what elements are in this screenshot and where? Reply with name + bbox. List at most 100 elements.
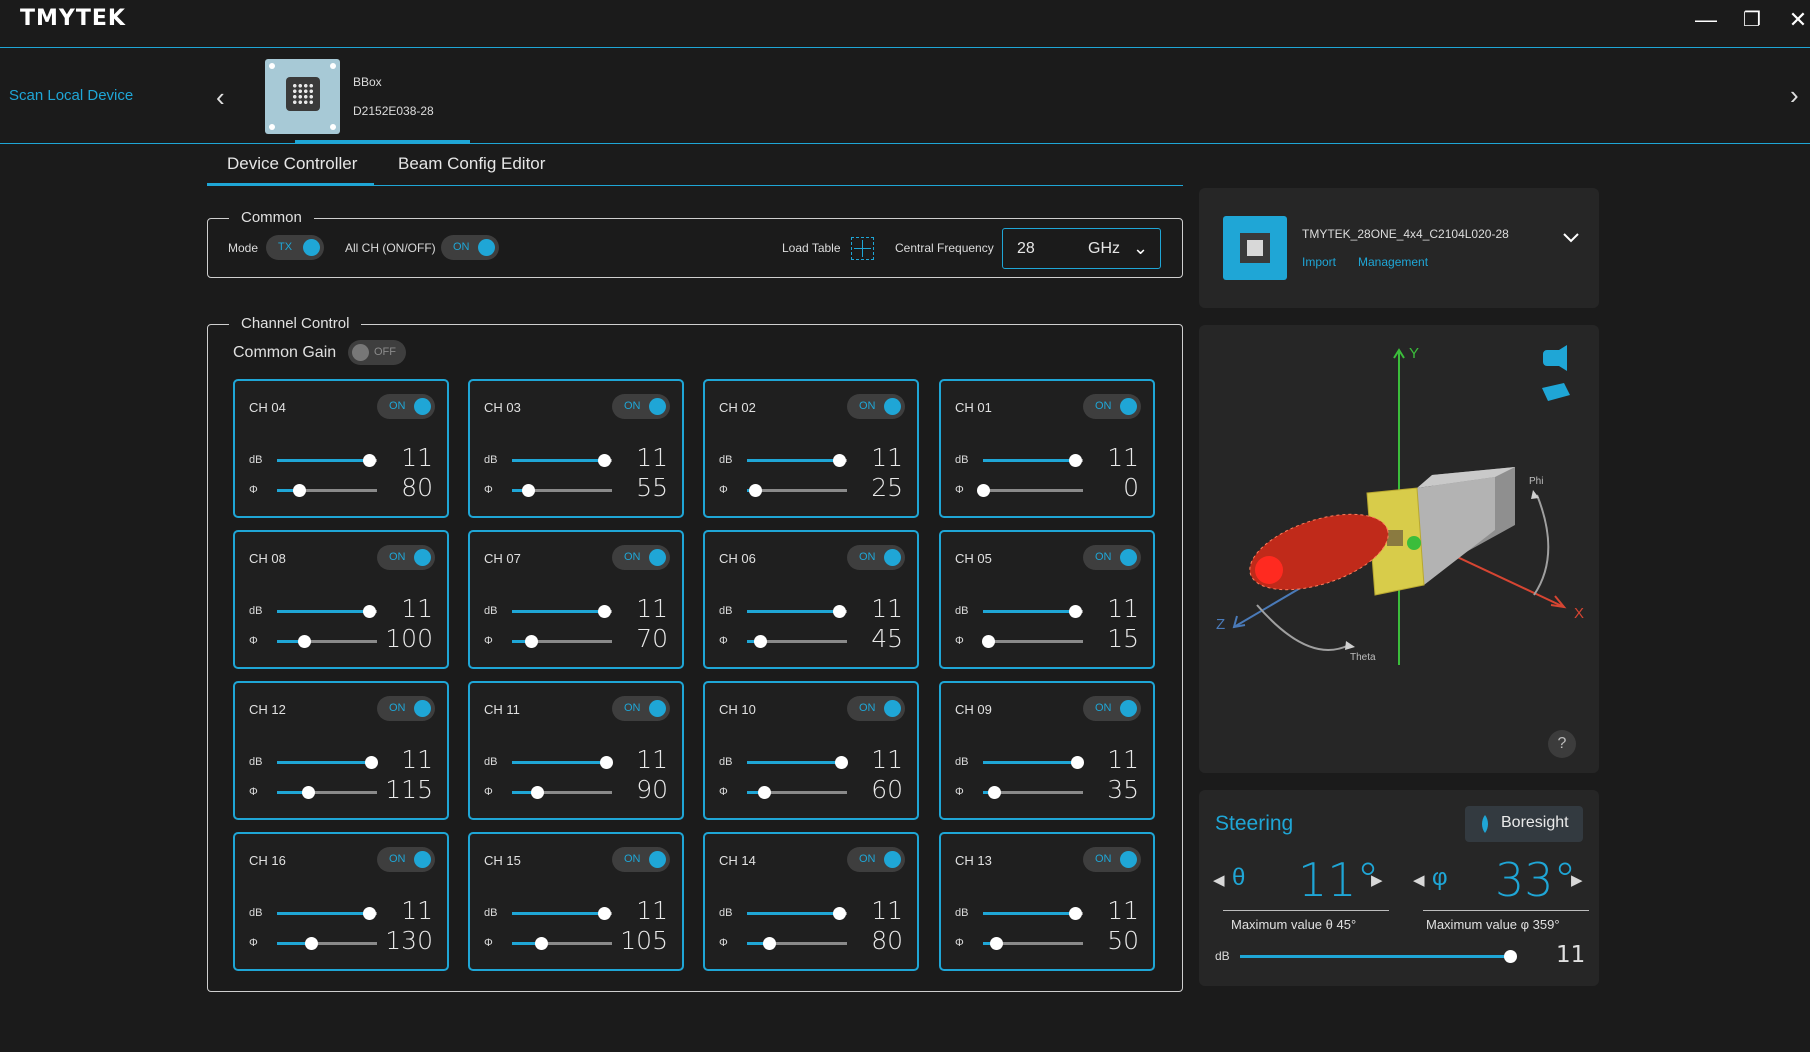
db-slider[interactable]: [277, 454, 377, 467]
channel-toggle[interactable]: ON: [612, 696, 670, 721]
phi-value[interactable]: 33°: [1495, 853, 1577, 907]
db-slider[interactable]: [277, 907, 377, 920]
channel-toggle[interactable]: ON: [1083, 545, 1141, 570]
phase-slider-thumb[interactable]: [302, 786, 315, 799]
channel-toggle[interactable]: ON: [1083, 394, 1141, 419]
db-slider[interactable]: [512, 756, 613, 769]
steering-db-slider[interactable]: [1240, 950, 1518, 963]
db-slider[interactable]: [983, 454, 1083, 467]
boresight-button[interactable]: Boresight: [1465, 806, 1583, 842]
db-slider[interactable]: [512, 454, 612, 467]
db-slider-thumb[interactable]: [1071, 756, 1084, 769]
channel-toggle[interactable]: ON: [847, 847, 905, 872]
bbox-device-icon[interactable]: [265, 59, 340, 134]
phase-slider[interactable]: [977, 484, 1083, 497]
scan-local-device-link[interactable]: Scan Local Device: [9, 87, 133, 104]
phase-slider[interactable]: [747, 635, 847, 648]
theta-increase-arrow-icon[interactable]: ▶: [1371, 871, 1383, 889]
phase-slider[interactable]: [277, 635, 377, 648]
db-slider-thumb[interactable]: [1069, 605, 1082, 618]
theta-value[interactable]: 11°: [1298, 853, 1380, 907]
phase-slider[interactable]: [983, 937, 1083, 950]
db-slider-thumb[interactable]: [833, 907, 846, 920]
phase-slider[interactable]: [277, 484, 377, 497]
phase-slider[interactable]: [512, 786, 612, 799]
close-button[interactable]: ✕: [1784, 6, 1810, 34]
import-link[interactable]: Import: [1302, 255, 1336, 269]
phase-slider-thumb[interactable]: [977, 484, 990, 497]
phase-slider[interactable]: [747, 786, 847, 799]
channel-toggle[interactable]: ON: [847, 394, 905, 419]
load-table-icon[interactable]: [851, 237, 874, 260]
next-device-chevron-icon[interactable]: ›: [1790, 82, 1799, 108]
phase-slider[interactable]: [747, 484, 847, 497]
phase-slider-thumb[interactable]: [758, 786, 771, 799]
db-slider-thumb[interactable]: [598, 605, 611, 618]
db-slider[interactable]: [747, 454, 847, 467]
phase-slider-thumb[interactable]: [988, 786, 1001, 799]
frequency-select[interactable]: 28 GHz ⌄: [1002, 228, 1161, 269]
tab-device-controller[interactable]: Device Controller: [227, 154, 357, 174]
db-slider-thumb[interactable]: [363, 605, 376, 618]
phase-slider-thumb[interactable]: [522, 484, 535, 497]
theta-decrease-arrow-icon[interactable]: ◀: [1213, 871, 1225, 889]
phase-slider-thumb[interactable]: [298, 635, 311, 648]
db-slider[interactable]: [983, 605, 1083, 618]
db-slider[interactable]: [983, 907, 1083, 920]
beam-3d-viewer[interactable]: [1199, 325, 1599, 773]
db-slider-thumb[interactable]: [363, 907, 376, 920]
phase-slider-thumb[interactable]: [990, 937, 1003, 950]
db-slider[interactable]: [512, 605, 612, 618]
phase-slider-thumb[interactable]: [982, 635, 995, 648]
camera-reset-icon[interactable]: [1550, 337, 1586, 367]
channel-toggle[interactable]: ON: [377, 696, 435, 721]
db-slider-thumb[interactable]: [598, 454, 611, 467]
db-slider-thumb[interactable]: [1069, 907, 1082, 920]
phase-slider-thumb[interactable]: [305, 937, 318, 950]
restore-button[interactable]: ❐: [1738, 6, 1766, 34]
minimize-button[interactable]: —: [1692, 6, 1720, 34]
db-slider[interactable]: [983, 756, 1084, 769]
phase-slider[interactable]: [512, 484, 612, 497]
db-slider-thumb[interactable]: [363, 454, 376, 467]
phase-slider-thumb[interactable]: [535, 937, 548, 950]
channel-toggle[interactable]: ON: [612, 545, 670, 570]
channel-toggle[interactable]: ON: [847, 696, 905, 721]
db-slider[interactable]: [747, 907, 847, 920]
phi-increase-arrow-icon[interactable]: ▶: [1571, 871, 1583, 889]
phase-slider-thumb[interactable]: [763, 937, 776, 950]
channel-toggle[interactable]: ON: [377, 394, 435, 419]
db-slider-thumb[interactable]: [365, 756, 378, 769]
channel-toggle[interactable]: ON: [847, 545, 905, 570]
help-icon[interactable]: ?: [1548, 730, 1576, 758]
db-slider[interactable]: [277, 605, 377, 618]
phase-slider[interactable]: [277, 937, 377, 950]
phase-slider-thumb[interactable]: [749, 484, 762, 497]
phase-slider[interactable]: [512, 937, 612, 950]
db-slider-thumb[interactable]: [833, 605, 846, 618]
beam-config-chevron-down-icon[interactable]: [1561, 227, 1581, 247]
channel-toggle[interactable]: ON: [377, 847, 435, 872]
db-slider[interactable]: [512, 907, 612, 920]
phase-slider[interactable]: [982, 635, 1083, 648]
db-slider-thumb[interactable]: [835, 756, 848, 769]
tab-beam-config-editor[interactable]: Beam Config Editor: [398, 154, 545, 174]
channel-toggle[interactable]: ON: [1083, 696, 1141, 721]
channel-toggle[interactable]: ON: [1083, 847, 1141, 872]
db-slider-thumb[interactable]: [600, 756, 613, 769]
db-slider[interactable]: [747, 605, 847, 618]
phase-slider[interactable]: [277, 786, 377, 799]
prev-device-chevron-icon[interactable]: ‹: [216, 84, 225, 110]
db-slider-thumb[interactable]: [833, 454, 846, 467]
db-slider[interactable]: [277, 756, 378, 769]
phase-slider-thumb[interactable]: [754, 635, 767, 648]
phi-decrease-arrow-icon[interactable]: ◀: [1413, 871, 1425, 889]
channel-toggle[interactable]: ON: [612, 394, 670, 419]
channel-toggle[interactable]: ON: [612, 847, 670, 872]
db-slider-thumb[interactable]: [1069, 454, 1082, 467]
phase-slider-thumb[interactable]: [525, 635, 538, 648]
phase-slider[interactable]: [983, 786, 1083, 799]
view-rotate-icon[interactable]: [1550, 377, 1586, 405]
phase-slider[interactable]: [512, 635, 612, 648]
phase-slider[interactable]: [747, 937, 847, 950]
